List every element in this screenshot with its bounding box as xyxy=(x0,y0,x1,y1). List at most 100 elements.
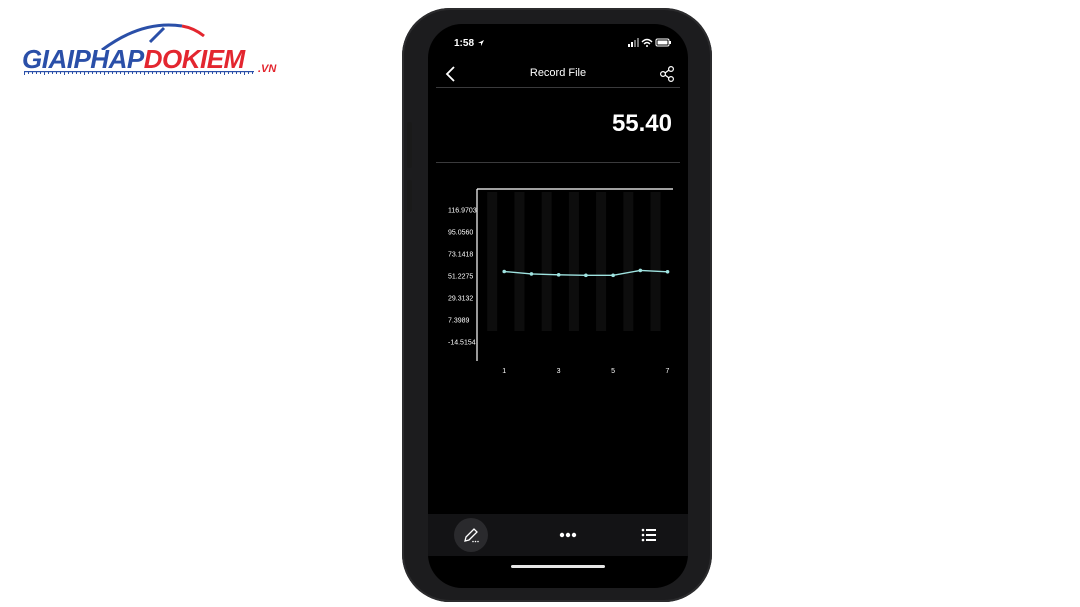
current-reading: 55.40 xyxy=(611,110,672,137)
ruler-tick xyxy=(208,72,209,74)
ruler-tick xyxy=(116,72,117,74)
status-bar: 1:58 xyxy=(428,24,688,64)
ruler-tick xyxy=(72,72,73,74)
ruler-tick xyxy=(120,72,121,74)
y-tick-label: 51.2275 xyxy=(448,274,473,281)
ruler-tick xyxy=(124,72,125,75)
ruler-tick xyxy=(24,72,25,75)
ruler-tick xyxy=(44,72,45,75)
ruler-tick xyxy=(204,72,205,75)
phone-screen: 1:58 Record File 55.40 116.9703 95.0560 … xyxy=(428,24,688,588)
location-arrow-icon xyxy=(478,40,484,46)
ruler-tick xyxy=(244,72,245,75)
ruler-tick xyxy=(64,72,65,75)
volume-button xyxy=(407,122,412,168)
more-button[interactable] xyxy=(551,518,585,552)
ruler-tick xyxy=(48,72,49,74)
logo-text-part1: GIAIPHAP xyxy=(22,44,144,74)
ruler-tick xyxy=(132,72,133,74)
data-point xyxy=(529,272,534,276)
ruler-tick xyxy=(160,72,161,74)
ruler-tick xyxy=(104,72,105,75)
ruler-tick xyxy=(248,72,249,74)
status-icons xyxy=(628,38,671,47)
data-point xyxy=(502,269,507,274)
signal-icon xyxy=(628,38,639,47)
x-tick-label: 3 xyxy=(557,368,561,375)
list-button[interactable] xyxy=(632,518,666,552)
ruler-tick xyxy=(56,72,57,74)
x-tick-label: 1 xyxy=(502,368,506,375)
x-tick-label: 5 xyxy=(611,368,615,375)
ruler-tick xyxy=(212,72,213,74)
bottom-toolbar xyxy=(428,514,688,556)
page-title: Record File xyxy=(529,67,587,79)
header-divider xyxy=(436,87,680,88)
ruler-tick xyxy=(220,72,221,74)
ruler-tick xyxy=(100,72,101,74)
volume-button-2 xyxy=(407,180,412,212)
ruler-tick xyxy=(200,72,201,74)
y-tick-label: 7.3989 xyxy=(448,318,470,325)
y-tick-label: 95.0560 xyxy=(448,230,473,237)
ruler-tick xyxy=(240,72,241,74)
nav-bar: Record File xyxy=(428,62,688,88)
wifi-icon xyxy=(641,38,653,47)
ruler-tick xyxy=(188,72,189,74)
ruler-tick xyxy=(176,72,177,74)
data-point xyxy=(638,268,643,273)
more-dots-icon xyxy=(559,532,577,538)
ruler-tick xyxy=(36,72,37,74)
status-time: 1:58 xyxy=(454,38,475,49)
ruler-tick xyxy=(224,72,225,75)
y-tick-label: -14.5154 xyxy=(448,340,476,347)
ruler-tick xyxy=(144,72,145,75)
ruler-tick xyxy=(156,72,157,74)
ruler-tick xyxy=(192,72,193,74)
y-tick-label: 73.1418 xyxy=(448,252,473,259)
ruler-tick xyxy=(96,72,97,74)
brand-logo: GIAIPHAPDOKIEM .VN xyxy=(22,20,292,80)
edit-button[interactable] xyxy=(454,518,488,552)
ruler-tick xyxy=(196,72,197,74)
line-chart: 116.9703 95.0560 73.1418 51.2275 29.3132 7.39… xyxy=(448,188,673,375)
ruler-tick xyxy=(216,72,217,74)
ruler-tick xyxy=(88,72,89,74)
ruler-tick xyxy=(84,72,85,75)
share-icon[interactable] xyxy=(658,64,676,84)
ruler-tick xyxy=(148,72,149,74)
ruler-tick xyxy=(68,72,69,74)
data-point xyxy=(665,270,670,274)
logo-text-part2: DOKIEM xyxy=(143,44,246,74)
data-point xyxy=(584,273,588,278)
ruler-tick xyxy=(60,72,61,74)
ruler-tick xyxy=(28,72,29,74)
ruler-tick xyxy=(252,72,253,74)
ruler-tick xyxy=(32,72,33,74)
ruler-tick xyxy=(112,72,113,74)
y-tick-label: 116.9703 xyxy=(448,208,477,215)
battery-icon xyxy=(655,38,671,47)
ruler-tick xyxy=(140,72,141,74)
ruler-tick xyxy=(80,72,81,74)
ruler-tick xyxy=(172,72,173,74)
ruler-tick xyxy=(92,72,93,74)
ruler-tick xyxy=(136,72,137,74)
reading-divider xyxy=(436,162,680,163)
ruler-tick xyxy=(164,72,165,75)
ruler-tick xyxy=(180,72,181,74)
ruler-tick xyxy=(228,72,229,74)
ruler-tick xyxy=(108,72,109,74)
ruler-tick xyxy=(184,72,185,75)
y-tick-label: 29.3132 xyxy=(448,296,473,303)
ruler-tick xyxy=(52,72,53,74)
list-icon xyxy=(641,528,656,542)
data-point xyxy=(556,273,561,277)
ruler-tick xyxy=(76,72,77,74)
ruler-tick xyxy=(236,72,237,74)
ruler-tick xyxy=(40,72,41,74)
pencil-icon xyxy=(464,528,479,543)
logo-suffix: .VN xyxy=(258,63,277,75)
home-indicator xyxy=(511,565,605,568)
ruler-tick xyxy=(152,72,153,74)
